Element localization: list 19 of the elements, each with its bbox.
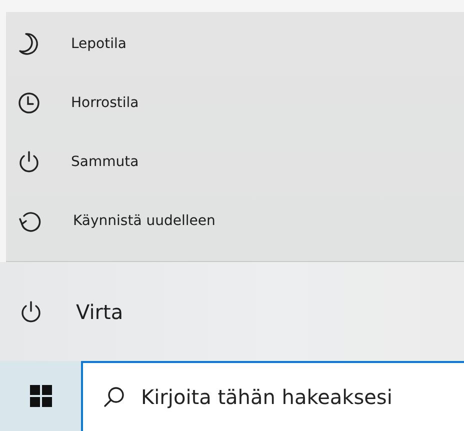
power-icon — [20, 300, 42, 324]
start-button[interactable] — [0, 361, 81, 431]
menu-item-label: Käynnistä uudelleen — [73, 212, 216, 228]
clock-icon — [18, 92, 40, 114]
search-field[interactable]: Kirjoita tähän hakeaksesi — [141, 385, 464, 409]
menu-item[interactable]: Horrostila — [6, 73, 464, 132]
power-icon — [18, 150, 40, 174]
moon-icon — [18, 32, 40, 56]
menu-item[interactable]: Lepotila — [6, 14, 464, 73]
search-box[interactable]: Kirjoita tähän hakeaksesi — [81, 361, 464, 431]
menu-item[interactable]: Käynnistä uudelleen — [6, 191, 464, 250]
power-button[interactable]: Virta — [20, 300, 124, 324]
menu-item-label: Sammuta — [71, 154, 139, 170]
menu-item-label: Lepotila — [71, 36, 126, 52]
search-icon — [103, 386, 125, 408]
menu-item[interactable]: Sammuta — [6, 132, 464, 191]
windows-logo-icon — [30, 385, 52, 407]
menu-item-label: Horrostila — [71, 94, 139, 110]
restart-icon — [18, 210, 42, 232]
